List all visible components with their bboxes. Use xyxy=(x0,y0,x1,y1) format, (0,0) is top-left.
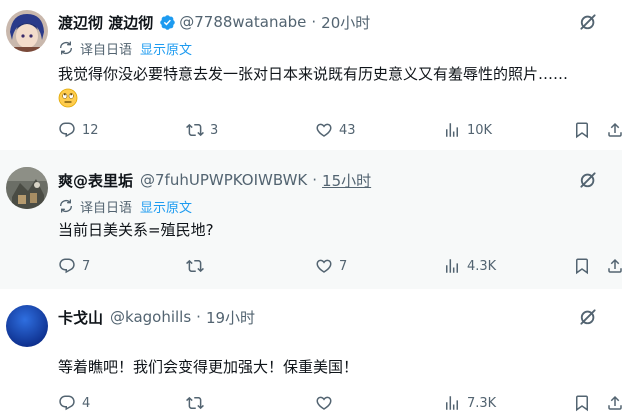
reply-button[interactable]: 4 xyxy=(58,392,90,414)
share-icon xyxy=(606,394,622,412)
translation-notice: 译自日语 显示原文 xyxy=(58,196,192,216)
reply-icon xyxy=(58,394,76,412)
tweet-text: 当前日美关系=殖民地? xyxy=(58,218,614,242)
translated-from-label: 译自日语 xyxy=(80,200,133,216)
action-bar: 7 7 4.3K xyxy=(58,255,622,277)
reply-count: 12 xyxy=(82,122,99,138)
share-button[interactable] xyxy=(606,392,622,414)
views-button[interactable]: 10K xyxy=(443,119,492,141)
tweet[interactable]: 卡戈山 @kagohills · 19小时 等着瞧吧！我们会变得更加强大！保重美… xyxy=(0,289,622,420)
tweet-text: 我觉得你没必要特意去发一张对日本来说既有历史意义又有羞辱性的照片…… xyxy=(58,62,614,110)
verified-badge-icon xyxy=(160,14,175,30)
bookmark-button[interactable] xyxy=(573,392,591,414)
action-bar: 4 7.3K xyxy=(58,392,622,414)
views-count: 10K xyxy=(467,122,493,138)
views-icon xyxy=(443,394,461,412)
tweet-text-line: 等着瞧吧！我们会变得更加强大！保重美国！ xyxy=(58,358,359,376)
timestamp[interactable]: 19小时 xyxy=(206,307,255,328)
views-icon xyxy=(443,121,461,139)
repost-icon xyxy=(186,121,204,139)
handle[interactable]: @7788watanabe xyxy=(179,13,306,31)
translation-notice: 译自日语 显示原文 xyxy=(58,38,192,58)
reply-button[interactable]: 7 xyxy=(58,255,90,277)
repost-button[interactable]: 3 xyxy=(186,119,218,141)
separator-dot: · xyxy=(196,308,201,326)
repost-icon xyxy=(186,394,204,412)
grok-icon[interactable] xyxy=(578,170,598,190)
display-name[interactable]: 爽@表里垢 xyxy=(58,170,133,191)
repost-button[interactable] xyxy=(186,392,210,414)
display-name[interactable]: 渡辺彻 渡边彻 xyxy=(58,12,153,33)
like-button[interactable]: 43 xyxy=(315,119,356,141)
tweet-text-line: 我觉得你没必要特意去发一张对日本来说既有历史意义又有羞辱性的照片…… xyxy=(58,65,569,83)
separator-dot: · xyxy=(311,13,317,31)
grok-icon[interactable] xyxy=(578,307,598,327)
reply-icon xyxy=(58,257,76,275)
tweet-text: 等着瞧吧！我们会变得更加强大！保重美国！ xyxy=(58,355,614,379)
translate-icon xyxy=(58,198,74,214)
share-button[interactable] xyxy=(606,119,622,141)
tweet[interactable]: 渡辺彻 渡边彻 @7788watanabe · 20小时 译自日语 显示原文 我… xyxy=(0,0,622,150)
like-count: 7 xyxy=(339,258,348,274)
like-icon xyxy=(315,394,333,412)
share-button[interactable] xyxy=(606,255,622,277)
share-icon xyxy=(606,257,622,275)
reply-count: 7 xyxy=(82,258,91,274)
views-count: 4.3K xyxy=(467,258,497,274)
bookmark-icon xyxy=(573,121,591,139)
avatar[interactable] xyxy=(6,305,48,347)
timestamp[interactable]: 15小时 xyxy=(322,170,371,191)
bookmark-icon xyxy=(573,394,591,412)
tweet-text-line: 当前日美关系=殖民地? xyxy=(58,221,214,239)
views-button[interactable]: 4.3K xyxy=(443,255,496,277)
reply-icon xyxy=(58,121,76,139)
share-icon xyxy=(606,121,622,139)
translated-from-label: 译自日语 xyxy=(80,42,133,58)
views-icon xyxy=(443,257,461,275)
like-count: 43 xyxy=(339,122,356,138)
like-button[interactable]: 7 xyxy=(315,255,347,277)
views-count: 7.3K xyxy=(467,395,497,411)
bookmark-button[interactable] xyxy=(573,119,591,141)
action-bar: 12 3 43 10K xyxy=(58,119,622,141)
like-icon xyxy=(315,121,333,139)
like-icon xyxy=(315,257,333,275)
bookmark-button[interactable] xyxy=(573,255,591,277)
repost-count: 3 xyxy=(210,122,219,138)
display-name[interactable]: 卡戈山 xyxy=(58,307,103,328)
avatar[interactable] xyxy=(6,10,48,52)
translate-icon xyxy=(58,40,74,56)
reply-button[interactable]: 12 xyxy=(58,119,99,141)
show-original-link[interactable]: 显示原文 xyxy=(140,39,192,58)
views-button[interactable]: 7.3K xyxy=(443,392,496,414)
avatar[interactable] xyxy=(6,167,48,209)
repost-button[interactable] xyxy=(186,255,210,277)
repost-icon xyxy=(186,257,204,275)
handle[interactable]: @kagohills xyxy=(110,308,191,326)
reply-count: 4 xyxy=(82,395,91,411)
like-button[interactable] xyxy=(315,392,339,414)
rolling-eyes-emoji-icon xyxy=(58,88,78,108)
handle[interactable]: @7fuhUPWPKOIWBWK xyxy=(140,171,307,189)
tweet[interactable]: 爽@表里垢 @7fuhUPWPKOIWBWK · 15小时 译自日语 显示原文 … xyxy=(0,150,622,289)
bookmark-icon xyxy=(573,257,591,275)
timestamp[interactable]: 20小时 xyxy=(321,12,370,33)
grok-icon[interactable] xyxy=(578,12,598,32)
separator-dot: · xyxy=(312,171,318,189)
show-original-link[interactable]: 显示原文 xyxy=(140,197,192,216)
